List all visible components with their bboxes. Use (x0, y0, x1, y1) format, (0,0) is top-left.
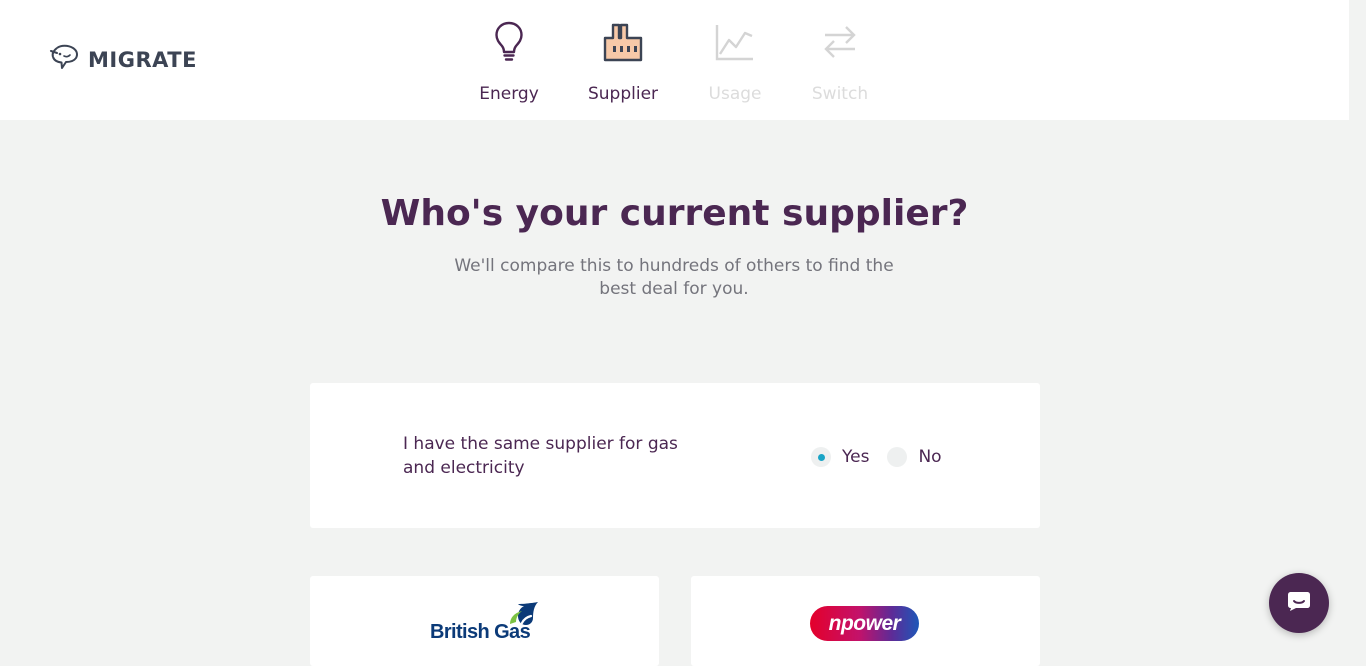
chat-bubble-icon (1286, 590, 1312, 616)
radio-no[interactable]: No (887, 447, 942, 467)
migrate-bird-logo-icon (49, 44, 80, 76)
step-energy[interactable]: Energy (473, 20, 545, 104)
radio-yes-label: Yes (842, 447, 870, 467)
british-gas-logo-text: British Gas (430, 621, 531, 643)
step-usage-label: Usage (708, 84, 762, 104)
same-supplier-radio-group: Yes No (811, 447, 942, 467)
page-title: Who's your current supplier? (380, 193, 969, 234)
step-switch: Switch (809, 20, 871, 104)
scrollbar-track[interactable] (1349, 0, 1366, 654)
step-energy-label: Energy (479, 84, 539, 104)
step-supplier[interactable]: Supplier (583, 20, 663, 104)
brand-name: MIGRATE (88, 48, 197, 72)
top-header: MIGRATE Energy Supplier Usage Switch (0, 0, 1349, 120)
page-subtitle: We'll compare this to hundreds of others… (454, 256, 894, 299)
line-chart-icon (715, 20, 755, 64)
npower-logo: npower (810, 606, 919, 641)
brand-logo-link[interactable]: MIGRATE (49, 44, 197, 76)
lightbulb-icon (494, 20, 524, 64)
factory-icon (603, 20, 643, 64)
step-usage: Usage (704, 20, 766, 104)
npower-logo-text: npower (828, 611, 901, 635)
chat-button[interactable] (1269, 573, 1329, 633)
step-switch-label: Switch (811, 84, 869, 104)
same-supplier-card: I have the same supplier for gas and ele… (310, 383, 1040, 528)
same-supplier-question: I have the same supplier for gas and ele… (403, 434, 678, 478)
switch-arrows-icon (822, 20, 858, 64)
supplier-card-npower[interactable]: npower (691, 576, 1040, 666)
radio-yes[interactable]: Yes (811, 447, 869, 467)
radio-no-circle[interactable] (887, 447, 908, 467)
supplier-card-british-gas[interactable]: British Gas (310, 576, 659, 666)
radio-yes-circle[interactable] (811, 447, 831, 467)
step-supplier-label: Supplier (587, 84, 659, 104)
radio-no-label: No (918, 447, 942, 467)
